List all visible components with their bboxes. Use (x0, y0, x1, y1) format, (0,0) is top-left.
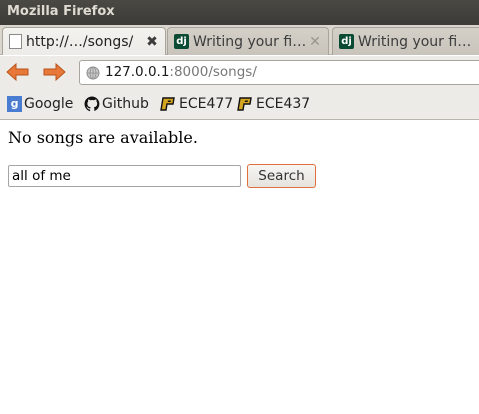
tab-songs[interactable]: http://…/songs/ ✖ (2, 27, 166, 55)
bookmark-label: ECE477 (179, 96, 234, 112)
url-bar[interactable]: 127.0.0.1:8000/songs/ (79, 60, 479, 85)
bookmark-google[interactable]: g Google (7, 96, 73, 112)
window-title: Mozilla Firefox (7, 4, 115, 19)
tab-strip: http://…/songs/ ✖ dj Writing your fi… ✕ … (0, 25, 479, 55)
window-title-bar: Mozilla Firefox (0, 0, 479, 25)
back-arrow-icon (6, 62, 29, 82)
google-icon: g (7, 96, 22, 112)
tab-writing-1[interactable]: dj Writing your fi… ✕ (167, 27, 329, 55)
page-content: No songs are available. Search (0, 121, 479, 414)
search-input[interactable] (8, 165, 241, 187)
url-path: :8000/songs/ (169, 64, 257, 80)
bookmark-ece437[interactable]: ECE437 (236, 96, 310, 112)
purdue-p-icon (160, 97, 175, 111)
url-text: 127.0.0.1:8000/songs/ (105, 61, 257, 84)
bookmark-github[interactable]: Github (84, 96, 149, 112)
close-tab-icon[interactable]: ✕ (307, 34, 323, 50)
bookmarks-toolbar: g Google Github ECE477 ECE437 (0, 90, 479, 120)
tab-label: Writing your fi… (193, 33, 307, 50)
tab-label: http://…/songs/ (26, 33, 134, 50)
back-button[interactable] (4, 60, 32, 84)
navigation-toolbar: 127.0.0.1:8000/songs/ (0, 56, 479, 90)
django-icon: dj (339, 34, 354, 49)
forward-arrow-icon (43, 62, 66, 82)
bookmark-ece477[interactable]: ECE477 (159, 96, 233, 112)
purdue-p-icon (237, 97, 252, 111)
empty-message: No songs are available. (8, 128, 198, 147)
bookmark-label: Github (102, 96, 149, 112)
blank-page-icon (9, 34, 22, 49)
url-host: 127.0.0.1 (105, 64, 170, 80)
globe-icon (86, 66, 100, 80)
bookmark-label: Google (24, 96, 74, 112)
tab-writing-2[interactable]: dj Writing your fi… (332, 27, 479, 55)
forward-button[interactable] (40, 60, 68, 84)
close-tab-icon[interactable]: ✖ (144, 34, 160, 50)
github-icon (84, 96, 100, 112)
django-icon: dj (174, 34, 189, 49)
tab-label: Writing your fi… (358, 33, 472, 50)
bookmark-label: ECE437 (256, 96, 311, 112)
search-button[interactable]: Search (247, 164, 316, 188)
